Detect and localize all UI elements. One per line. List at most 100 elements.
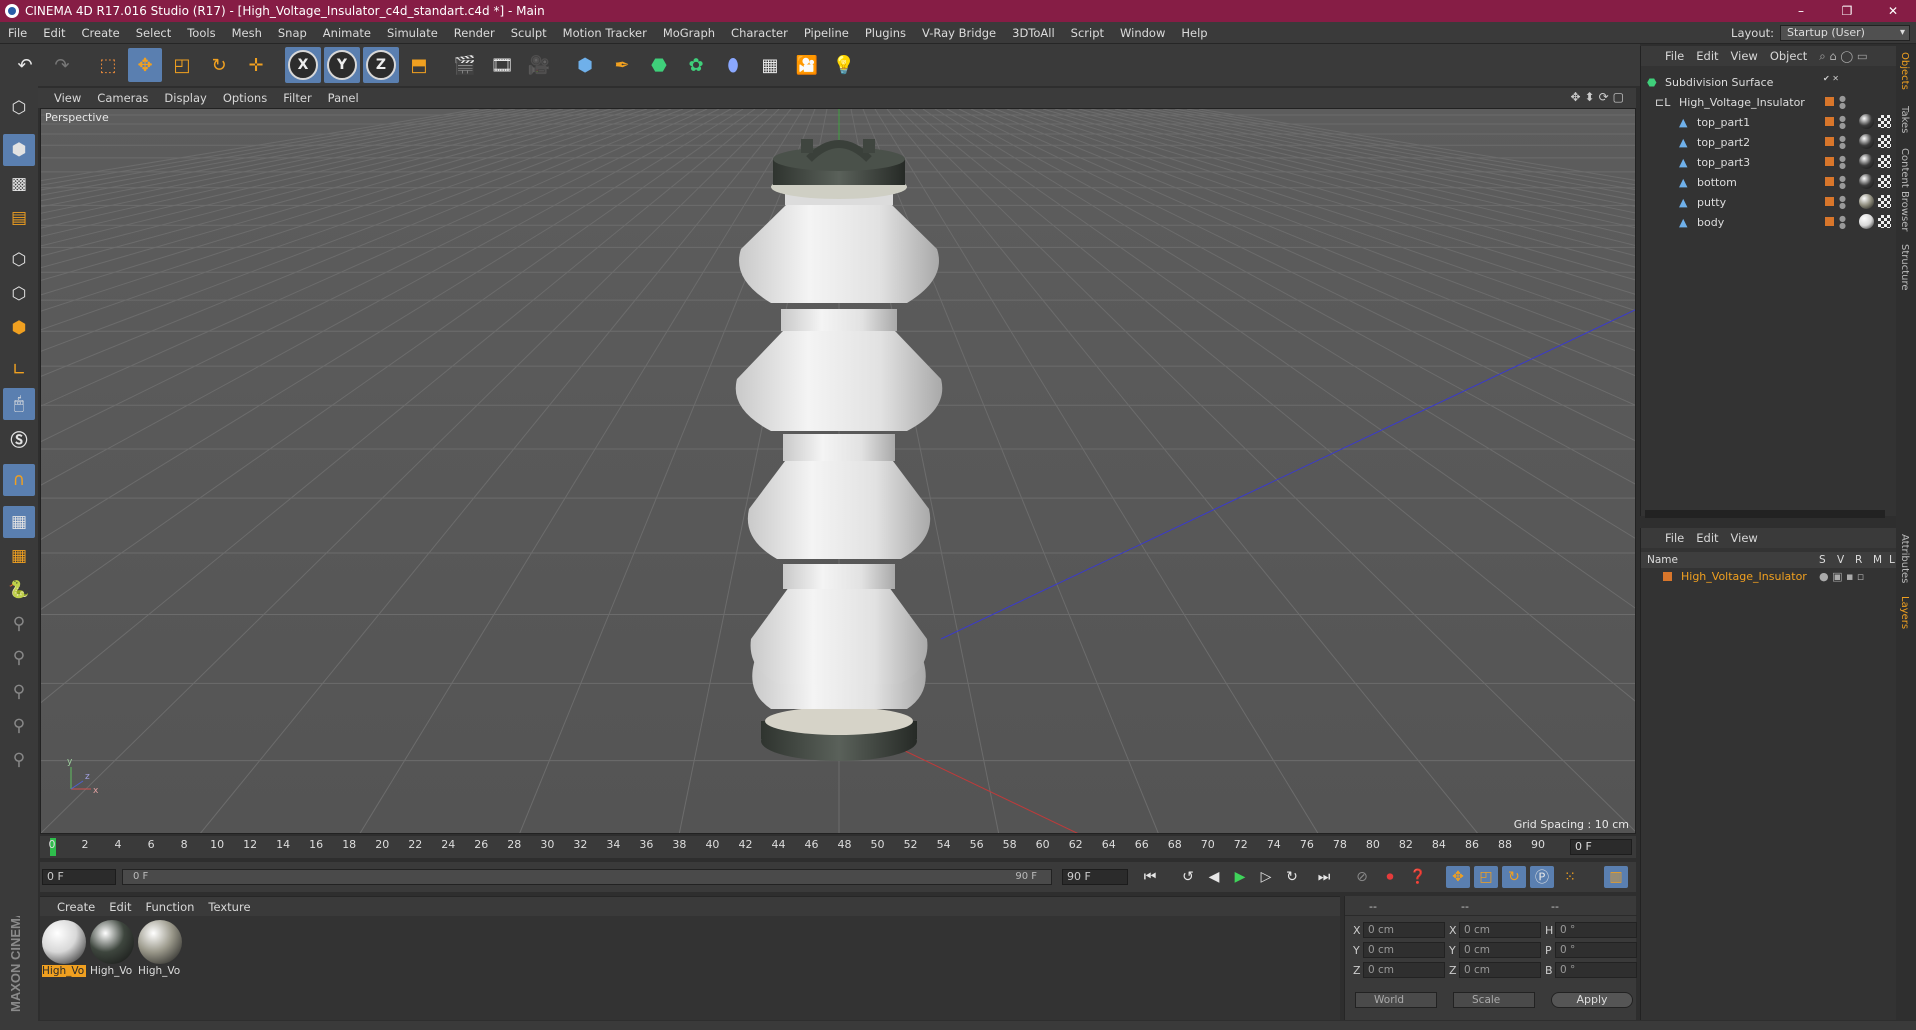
tab-takes[interactable]: Takes [1899, 106, 1910, 133]
menu-edit[interactable]: Edit [35, 26, 73, 40]
visibility-dots[interactable]: ● ● [1839, 155, 1846, 170]
visibility-dots[interactable]: ● ● [1839, 115, 1846, 130]
points-mode-button[interactable]: ⬡ [3, 244, 35, 276]
magnet-button[interactable]: ∩ [3, 464, 35, 496]
add-deformer-button[interactable]: ⬮ [716, 48, 750, 82]
visibility-dots[interactable]: ● ● [1839, 195, 1846, 210]
tool-5-button[interactable]: ⚲ [3, 744, 35, 776]
layer-toggle-icons[interactable]: ● ▣ ▪ ▫ [1819, 570, 1864, 583]
tab-content-browser[interactable]: Content Browser [1899, 148, 1910, 231]
tweak-mode-button[interactable]: 🖱 [3, 388, 35, 420]
viewport-menu-panel[interactable]: Panel [320, 91, 367, 105]
menu-mograph[interactable]: MoGraph [655, 26, 723, 40]
redo-button[interactable]: ↷ [45, 48, 79, 82]
move-tool-button[interactable]: ✥ [128, 48, 162, 82]
layout-dropdown[interactable]: Startup (User) [1780, 25, 1910, 41]
viewport-nav-icons[interactable]: ✥⬍⟳▢ [1570, 90, 1628, 104]
key-rotation-button[interactable]: ↻ [1502, 866, 1526, 888]
uvw-tag-icon[interactable] [1878, 195, 1891, 208]
z-axis-lock-button[interactable]: Z [363, 47, 399, 83]
menu-sculpt[interactable]: Sculpt [503, 26, 555, 40]
3d-viewport[interactable]: y x z Perspective Grid Spacing : 10 cm [40, 108, 1636, 834]
add-array-button[interactable]: ✿ [679, 48, 713, 82]
viewport-menu-filter[interactable]: Filter [275, 91, 319, 105]
key-parameter-button[interactable]: Ⓟ [1530, 866, 1554, 888]
planar-workplane-button[interactable]: ▦ [3, 540, 35, 572]
close-button[interactable]: ✕ [1870, 0, 1916, 22]
material-swatch[interactable]: High_Vo [138, 920, 184, 980]
coordinate-system-button[interactable]: ⬒ [402, 48, 436, 82]
object-menu-edit[interactable]: Edit [1690, 49, 1724, 63]
previous-frame-button[interactable]: ◀ [1202, 866, 1226, 888]
next-key-button[interactable]: ↻ [1280, 866, 1304, 888]
edges-mode-button[interactable]: ⬡ [3, 278, 35, 310]
undo-button[interactable]: ↶ [8, 48, 42, 82]
transform-tool-button[interactable]: ✛ [239, 48, 273, 82]
viewport-menu-cameras[interactable]: Cameras [89, 91, 156, 105]
material-swatch[interactable]: High_Vo [42, 920, 88, 980]
layer-color-tag[interactable] [1825, 177, 1834, 186]
tab-attributes[interactable]: Attributes [1899, 534, 1910, 583]
menu-animate[interactable]: Animate [315, 26, 379, 40]
layer-color-tag[interactable] [1825, 157, 1834, 166]
coord-size-x-field[interactable]: 0 cm [1459, 922, 1541, 938]
layer-color-tag[interactable] [1825, 197, 1834, 206]
go-to-end-button[interactable]: ⏭ [1312, 866, 1336, 888]
timeline-button[interactable]: ▥ [1604, 866, 1628, 888]
x-axis-lock-button[interactable]: X [285, 47, 321, 83]
make-editable-button[interactable]: ⬡ [3, 92, 35, 124]
visibility-dots[interactable]: ● ● [1839, 95, 1846, 110]
key-position-button[interactable]: ✥ [1446, 866, 1470, 888]
live-selection-button[interactable]: ⬚ [91, 48, 125, 82]
previous-key-button[interactable]: ↺ [1176, 866, 1200, 888]
material-menu-create[interactable]: Create [50, 900, 102, 914]
material-tag[interactable] [1859, 174, 1874, 189]
object-row-top-part1[interactable]: ▲ top_part1 ● ● [1641, 112, 1897, 132]
go-to-start-button[interactable]: ⏮ [1138, 866, 1162, 888]
model-mode-button[interactable]: ⬢ [3, 134, 35, 166]
object-row-insulator[interactable]: ⊏L High_Voltage_Insulator ● ● [1641, 92, 1897, 112]
layer-color-tag[interactable] [1825, 217, 1834, 226]
next-frame-button[interactable]: ▷ [1254, 866, 1278, 888]
play-button[interactable]: ▶ [1228, 866, 1252, 888]
menu-render[interactable]: Render [446, 26, 503, 40]
coord-pos-z-field[interactable]: 0 cm [1363, 962, 1445, 978]
layer-color-tag[interactable] [1825, 97, 1834, 106]
layer-color-tag[interactable] [1825, 117, 1834, 126]
timeline-ruler[interactable]: 0 2 4 6 8 10 12 14 16 18 20 22 24 26 28 30 32 34 36 38 40 42 4… [40, 836, 1636, 858]
layer-color-swatch[interactable] [1663, 572, 1672, 581]
coord-size-z-field[interactable]: 0 cm [1459, 962, 1541, 978]
coord-rot-b-field[interactable]: 0 ° [1555, 962, 1637, 978]
material-swatch[interactable]: High_Vo [90, 920, 136, 980]
object-manager-scrollbar[interactable] [1645, 510, 1885, 518]
add-floor-button[interactable]: ▦ [753, 48, 787, 82]
object-row-subdivision[interactable]: ⬣ Subdivision Surface ✔ ✕ [1641, 72, 1897, 92]
layer-row[interactable]: High_Voltage_Insulator ● ▣ ▪ ▫ [1641, 568, 1897, 586]
maximize-button[interactable]: ❐ [1824, 0, 1870, 22]
material-tag[interactable] [1859, 194, 1874, 209]
menu-vray-bridge[interactable]: V-Ray Bridge [914, 26, 1004, 40]
scale-tool-button[interactable]: ◰ [165, 48, 199, 82]
tool-4-button[interactable]: ⚲ [3, 710, 35, 742]
material-menu-texture[interactable]: Texture [201, 900, 257, 914]
material-menu-function[interactable]: Function [139, 900, 202, 914]
menu-character[interactable]: Character [723, 26, 796, 40]
tab-layers[interactable]: Layers [1899, 596, 1910, 629]
coord-apply-button[interactable]: Apply [1551, 992, 1633, 1008]
menu-window[interactable]: Window [1112, 26, 1173, 40]
menu-help[interactable]: Help [1173, 26, 1215, 40]
coord-pos-x-field[interactable]: 0 cm [1363, 922, 1445, 938]
key-scale-button[interactable]: ◰ [1474, 866, 1498, 888]
layer-menu-file[interactable]: File [1659, 531, 1690, 545]
visibility-dots[interactable]: ● ● [1839, 215, 1846, 230]
viewport-menu-display[interactable]: Display [156, 91, 214, 105]
object-manager-tool-icons[interactable]: ⌕ ⌂ ◯ ▭ [1813, 49, 1873, 64]
viewport-menu-options[interactable]: Options [215, 91, 275, 105]
object-row-top-part2[interactable]: ▲ top_part2 ● ● [1641, 132, 1897, 152]
coord-size-y-field[interactable]: 0 cm [1459, 942, 1541, 958]
object-row-body[interactable]: ▲ body ● ● [1641, 212, 1897, 232]
object-menu-object[interactable]: Object [1764, 49, 1813, 63]
uvw-tag-icon[interactable] [1878, 155, 1891, 168]
add-cube-button[interactable]: ⬢ [568, 48, 602, 82]
minimize-button[interactable]: – [1778, 0, 1824, 22]
